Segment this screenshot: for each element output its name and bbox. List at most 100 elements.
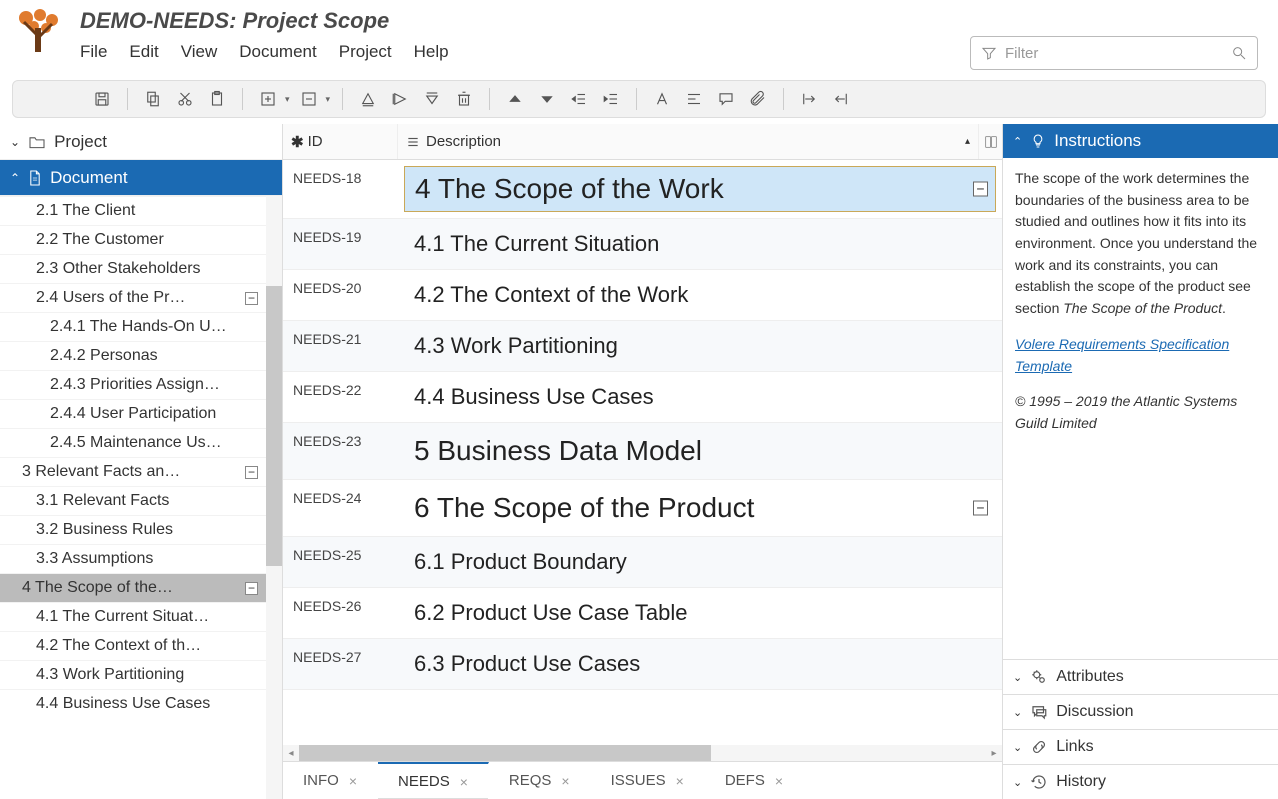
document-tabs: INFO×NEEDS×REQS×ISSUES×DEFS× bbox=[283, 761, 1002, 799]
grid-row[interactable]: NEEDS-194.1 The Current Situation bbox=[283, 219, 1002, 270]
attach-button[interactable] bbox=[745, 86, 771, 112]
align-button[interactable] bbox=[681, 86, 707, 112]
outdent-button[interactable] bbox=[566, 86, 592, 112]
link-out-button[interactable] bbox=[796, 86, 822, 112]
tree-item[interactable]: 2.3 Other Stakeholders bbox=[0, 254, 266, 283]
tree-item[interactable]: 2.4.2 Personas bbox=[0, 341, 266, 370]
cell-description[interactable]: 4.3 Work Partitioning bbox=[398, 321, 1002, 371]
search-icon[interactable] bbox=[1231, 45, 1247, 61]
filter-input[interactable] bbox=[1005, 45, 1223, 62]
tree-item[interactable]: 2.4.1 The Hands-On U… bbox=[0, 312, 266, 341]
cell-description[interactable]: 4 The Scope of the Work− bbox=[398, 160, 1002, 218]
links-section[interactable]: ⌄ Links bbox=[1003, 729, 1278, 764]
move-up-button[interactable] bbox=[502, 86, 528, 112]
column-header-description[interactable]: Description ▴ bbox=[398, 124, 978, 159]
indent-button[interactable] bbox=[598, 86, 624, 112]
grid-row[interactable]: NEEDS-204.2 The Context of the Work bbox=[283, 270, 1002, 321]
text-format-button[interactable] bbox=[649, 86, 675, 112]
move-down-button[interactable] bbox=[534, 86, 560, 112]
close-icon[interactable]: × bbox=[676, 773, 684, 789]
save-button[interactable] bbox=[89, 86, 115, 112]
close-icon[interactable]: × bbox=[561, 773, 569, 789]
menu-help[interactable]: Help bbox=[414, 42, 449, 62]
discussion-section[interactable]: ⌄ Discussion bbox=[1003, 694, 1278, 729]
comment-button[interactable] bbox=[713, 86, 739, 112]
volere-link[interactable]: Volere Requirements Specification Templa… bbox=[1015, 336, 1229, 374]
cell-description[interactable]: 6 The Scope of the Product− bbox=[398, 480, 1002, 536]
paste-button[interactable] bbox=[204, 86, 230, 112]
close-icon[interactable]: × bbox=[460, 774, 468, 790]
tab-issues[interactable]: ISSUES× bbox=[591, 762, 705, 799]
toolbar: ▾ ▾ bbox=[12, 80, 1266, 118]
cell-description[interactable]: 6.2 Product Use Case Table bbox=[398, 588, 1002, 638]
grid-row[interactable]: NEEDS-235 Business Data Model bbox=[283, 423, 1002, 480]
history-section[interactable]: ⌄ History bbox=[1003, 764, 1278, 799]
sidebar-document-header[interactable]: ⌃ Document bbox=[0, 160, 282, 196]
tree-item[interactable]: 4.2 The Context of th… bbox=[0, 631, 266, 660]
cell-description[interactable]: 5 Business Data Model bbox=[398, 423, 1002, 479]
grid-row[interactable]: NEEDS-246 The Scope of the Product− bbox=[283, 480, 1002, 537]
link-in-button[interactable] bbox=[828, 86, 854, 112]
menu-edit[interactable]: Edit bbox=[129, 42, 158, 62]
sort-icon[interactable]: ▴ bbox=[965, 136, 970, 147]
new-item-button[interactable] bbox=[255, 86, 281, 112]
menubar: File Edit View Document Project Help bbox=[80, 42, 970, 62]
tab-defs[interactable]: DEFS× bbox=[705, 762, 804, 799]
cell-description[interactable]: 6.1 Product Boundary bbox=[398, 537, 1002, 587]
tree-item[interactable]: 2.4.3 Priorities Assign… bbox=[0, 370, 266, 399]
attributes-section[interactable]: ⌄ Attributes bbox=[1003, 659, 1278, 694]
collapse-icon[interactable]: − bbox=[973, 501, 988, 516]
column-settings-button[interactable] bbox=[978, 124, 1002, 159]
sidebar-project-header[interactable]: ⌄ Project bbox=[0, 124, 282, 160]
cell-id: NEEDS-19 bbox=[283, 219, 398, 269]
grid-row[interactable]: NEEDS-184 The Scope of the Work− bbox=[283, 160, 1002, 219]
tree-item[interactable]: 3.2 Business Rules bbox=[0, 515, 266, 544]
tab-reqs[interactable]: REQS× bbox=[489, 762, 591, 799]
close-icon[interactable]: × bbox=[775, 773, 783, 789]
tree-item[interactable]: 2.2 The Customer bbox=[0, 225, 266, 254]
tree-item[interactable]: 2.1 The Client bbox=[0, 196, 266, 225]
menu-document[interactable]: Document bbox=[239, 42, 316, 62]
filter-box[interactable] bbox=[970, 36, 1258, 70]
horizontal-scrollbar[interactable]: ◂▸ bbox=[283, 745, 1002, 761]
tree-item[interactable]: 2.4.4 User Participation bbox=[0, 399, 266, 428]
grid-row[interactable]: NEEDS-256.1 Product Boundary bbox=[283, 537, 1002, 588]
menu-file[interactable]: File bbox=[80, 42, 107, 62]
grid-header: ✱ID Description ▴ bbox=[283, 124, 1002, 160]
tree-item[interactable]: 3 Relevant Facts an…− bbox=[0, 457, 266, 486]
grid-row[interactable]: NEEDS-214.3 Work Partitioning bbox=[283, 321, 1002, 372]
cut-button[interactable] bbox=[172, 86, 198, 112]
cell-description[interactable]: 4.1 The Current Situation bbox=[398, 219, 1002, 269]
tree-item[interactable]: 4.4 Business Use Cases bbox=[0, 689, 266, 718]
tree-item[interactable]: 2.4 Users of the Pr…− bbox=[0, 283, 266, 312]
tree-item[interactable]: 3.1 Relevant Facts bbox=[0, 486, 266, 515]
menu-view[interactable]: View bbox=[181, 42, 218, 62]
close-icon[interactable]: × bbox=[349, 773, 357, 789]
tree-item[interactable]: 4.1 The Current Situat… bbox=[0, 602, 266, 631]
mark-deferred-button[interactable] bbox=[419, 86, 445, 112]
mark-reviewed-button[interactable] bbox=[355, 86, 381, 112]
column-header-id[interactable]: ✱ID bbox=[283, 124, 398, 159]
right-panel: ⌃ Instructions The scope of the work det… bbox=[1002, 124, 1278, 799]
delete-button[interactable] bbox=[451, 86, 477, 112]
instructions-title: Instructions bbox=[1054, 131, 1141, 151]
cell-description[interactable]: 6.3 Product Use Cases bbox=[398, 639, 1002, 689]
copy-button[interactable] bbox=[140, 86, 166, 112]
mark-approved-button[interactable] bbox=[387, 86, 413, 112]
cell-description[interactable]: 4.4 Business Use Cases bbox=[398, 372, 1002, 422]
grid-row[interactable]: NEEDS-276.3 Product Use Cases bbox=[283, 639, 1002, 690]
collapse-icon[interactable]: − bbox=[973, 182, 988, 197]
grid-row[interactable]: NEEDS-224.4 Business Use Cases bbox=[283, 372, 1002, 423]
tree-item[interactable]: 4.3 Work Partitioning bbox=[0, 660, 266, 689]
tree-item[interactable]: 2.4.5 Maintenance Us… bbox=[0, 428, 266, 457]
tree-item[interactable]: 3.3 Assumptions bbox=[0, 544, 266, 573]
tree-item[interactable]: 4 The Scope of the…− bbox=[0, 573, 266, 602]
remove-item-button[interactable] bbox=[296, 86, 322, 112]
cell-description[interactable]: 4.2 The Context of the Work bbox=[398, 270, 1002, 320]
grid-row[interactable]: NEEDS-266.2 Product Use Case Table bbox=[283, 588, 1002, 639]
menu-project[interactable]: Project bbox=[339, 42, 392, 62]
tab-needs[interactable]: NEEDS× bbox=[378, 762, 489, 799]
tab-info[interactable]: INFO× bbox=[283, 762, 378, 799]
instructions-header[interactable]: ⌃ Instructions bbox=[1003, 124, 1278, 158]
sidebar-scrollbar[interactable] bbox=[266, 196, 282, 799]
